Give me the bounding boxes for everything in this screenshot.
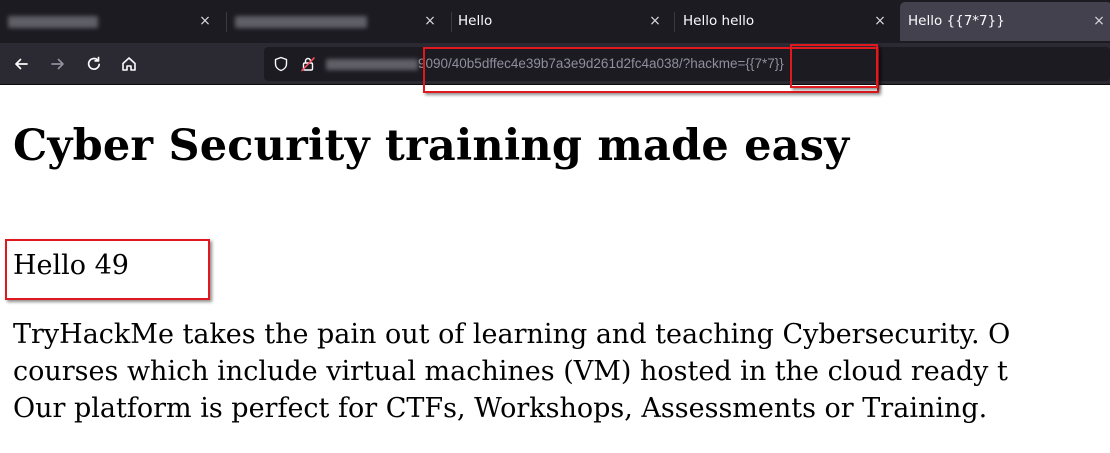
reload-button[interactable] bbox=[81, 51, 107, 77]
tab-blurred-2[interactable]: × bbox=[227, 2, 450, 41]
close-icon[interactable]: × bbox=[196, 12, 214, 30]
shield-icon[interactable] bbox=[273, 56, 289, 72]
blurred-tab-title bbox=[235, 16, 367, 28]
blurred-tab-title bbox=[8, 16, 98, 28]
close-icon[interactable]: × bbox=[646, 12, 664, 30]
tab-blurred-1[interactable]: × bbox=[0, 2, 225, 41]
tab-strip: × × Hello × Hello hello × Hello {{7*7}} … bbox=[0, 0, 1110, 43]
tab-hello-hello[interactable]: Hello hello × bbox=[673, 2, 898, 41]
close-icon[interactable]: × bbox=[871, 12, 889, 30]
reload-icon bbox=[87, 56, 101, 70]
paragraph-line: Our platform is perfect for CTFs, Worksh… bbox=[13, 393, 988, 424]
tab-hello-payload[interactable]: Hello {{7*7}} × bbox=[900, 2, 1110, 41]
home-icon bbox=[122, 57, 136, 71]
paragraph-line: TryHackMe takes the pain out of learning… bbox=[13, 319, 1011, 350]
home-button[interactable] bbox=[116, 51, 142, 77]
close-icon[interactable]: × bbox=[421, 12, 439, 30]
blurred-host bbox=[326, 59, 418, 70]
tab-label: Hello {{7*7}} bbox=[908, 13, 1005, 29]
arrow-left-icon bbox=[15, 58, 28, 70]
page-title: Cyber Security training made easy bbox=[13, 121, 850, 171]
tab-label: Hello bbox=[458, 13, 493, 29]
close-icon[interactable]: × bbox=[1090, 12, 1108, 30]
tab-label: Hello hello bbox=[683, 13, 755, 29]
payload-highlight-box bbox=[790, 44, 878, 88]
forward-button[interactable] bbox=[45, 51, 71, 77]
arrow-right-icon bbox=[51, 58, 64, 70]
insecure-lock-icon[interactable] bbox=[300, 56, 316, 72]
tab-hello[interactable]: Hello × bbox=[448, 2, 673, 41]
back-button[interactable] bbox=[8, 51, 34, 77]
paragraph-line: courses which include virtual machines (… bbox=[13, 356, 1008, 387]
greeting-output: Hello 49 bbox=[13, 250, 129, 281]
intro-paragraph: TryHackMe takes the pain out of learning… bbox=[13, 316, 1010, 427]
